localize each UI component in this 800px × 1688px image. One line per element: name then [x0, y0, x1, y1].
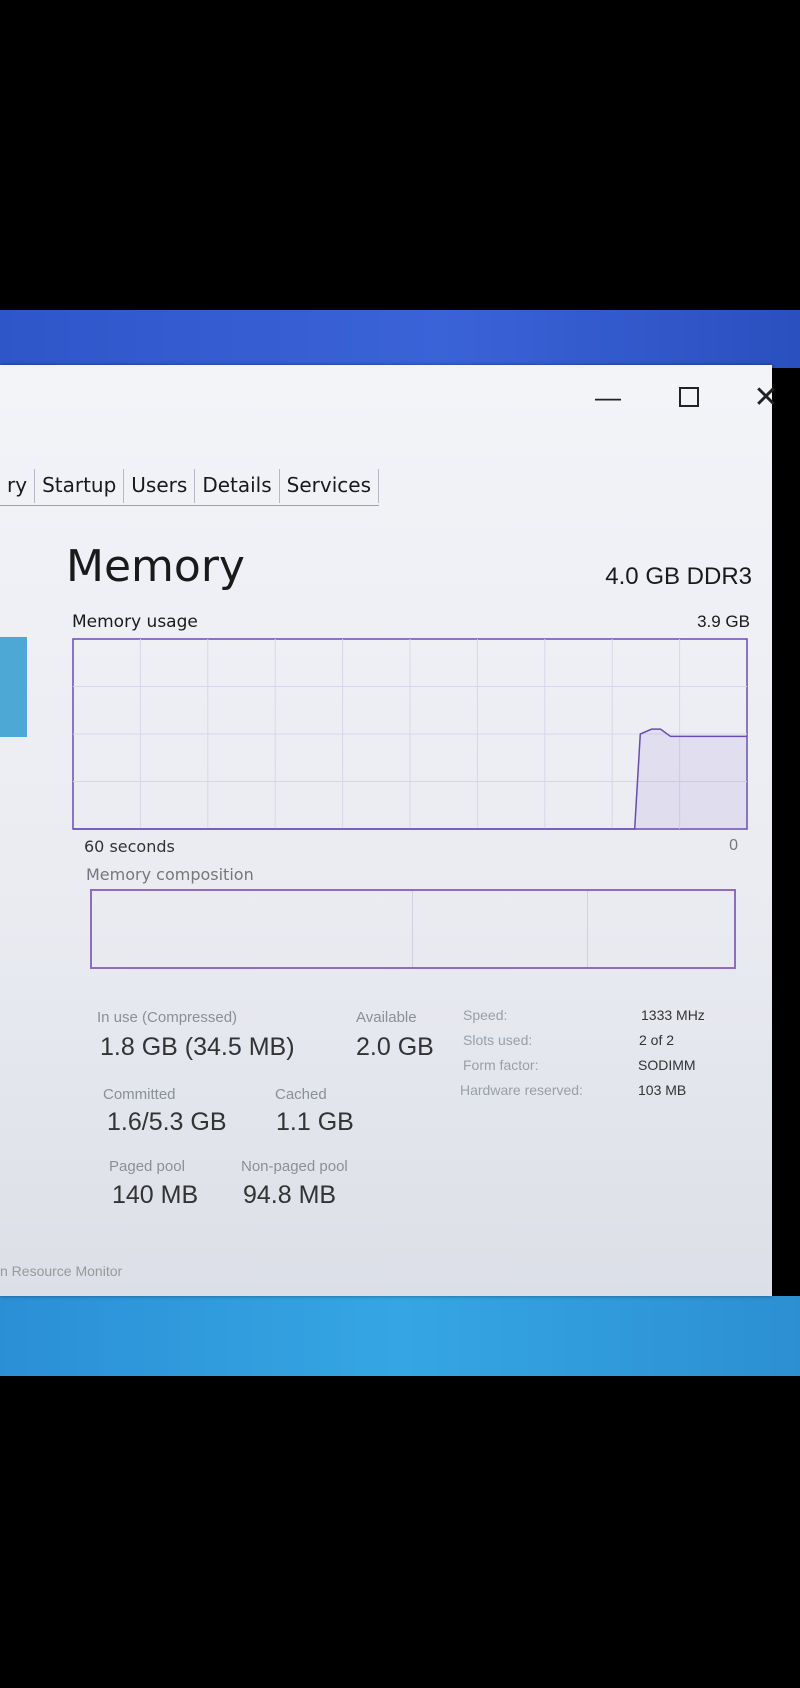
desktop-background-top: [0, 310, 800, 368]
memory-usage-label: Memory usage: [72, 612, 198, 632]
tab-details[interactable]: Details: [195, 469, 280, 503]
slots-value: 2 of 2: [639, 1032, 675, 1048]
memory-composition-label: Memory composition: [86, 865, 254, 884]
committed-label: Committed: [103, 1086, 176, 1103]
hardware-reserved-value: 103 MB: [638, 1082, 687, 1098]
cached-label: Cached: [275, 1086, 327, 1103]
minimize-icon: —: [595, 381, 621, 412]
graph-min-label: 0: [729, 837, 738, 854]
form-factor-value: SODIMM: [638, 1057, 696, 1073]
memory-usage-chart: [72, 638, 748, 830]
maximize-button[interactable]: [664, 377, 714, 417]
memory-usage-graph: [72, 638, 748, 830]
close-button[interactable]: ✕: [741, 377, 791, 417]
tab-memory-partial[interactable]: ry: [0, 469, 36, 503]
in-use-label: In use (Compressed): [97, 1009, 238, 1026]
form-factor-label: Form factor:: [463, 1057, 539, 1073]
in-use-value: 1.8 GB (34.5 MB): [100, 1033, 295, 1061]
memory-spec: 4.0 GB DDR3: [605, 563, 752, 590]
tab-bar: ry Startup Users Details Services: [0, 469, 379, 506]
minimize-button[interactable]: —: [583, 377, 633, 417]
close-icon: ✕: [753, 380, 779, 414]
hardware-reserved-label: Hardware reserved:: [460, 1082, 583, 1098]
desktop-background-bottom: [0, 1296, 800, 1376]
graph-time-label: 60 seconds: [84, 837, 175, 856]
nonpaged-pool-label: Non-paged pool: [241, 1158, 348, 1175]
cached-value: 1.1 GB: [276, 1108, 354, 1136]
speed-label: Speed:: [463, 1007, 508, 1023]
committed-value: 1.6/5.3 GB: [107, 1108, 227, 1136]
sidebar-selected-item[interactable]: [0, 637, 27, 737]
tab-services[interactable]: Services: [280, 469, 379, 503]
resource-monitor-link[interactable]: n Resource Monitor: [0, 1263, 122, 1279]
available-value: 2.0 GB: [356, 1033, 434, 1061]
tab-startup[interactable]: Startup: [35, 469, 125, 503]
paged-pool-value: 140 MB: [112, 1181, 199, 1209]
slots-label: Slots used:: [463, 1032, 533, 1048]
page-title: Memory: [66, 541, 245, 592]
available-label: Available: [356, 1009, 417, 1026]
memory-usage-max: 3.9 GB: [697, 612, 750, 631]
memory-composition-bar: [90, 889, 736, 969]
title-bar: — ✕: [0, 365, 779, 435]
composition-divider: [412, 891, 413, 967]
maximize-icon: [679, 387, 699, 407]
speed-value: 1333 MHz: [641, 1007, 705, 1023]
task-manager-window: — ✕ ry Startup Users Details Services Me…: [0, 365, 779, 1296]
nonpaged-pool-value: 94.8 MB: [243, 1181, 337, 1209]
paged-pool-label: Paged pool: [109, 1158, 185, 1175]
composition-divider: [587, 891, 588, 967]
tab-users[interactable]: Users: [124, 469, 196, 503]
